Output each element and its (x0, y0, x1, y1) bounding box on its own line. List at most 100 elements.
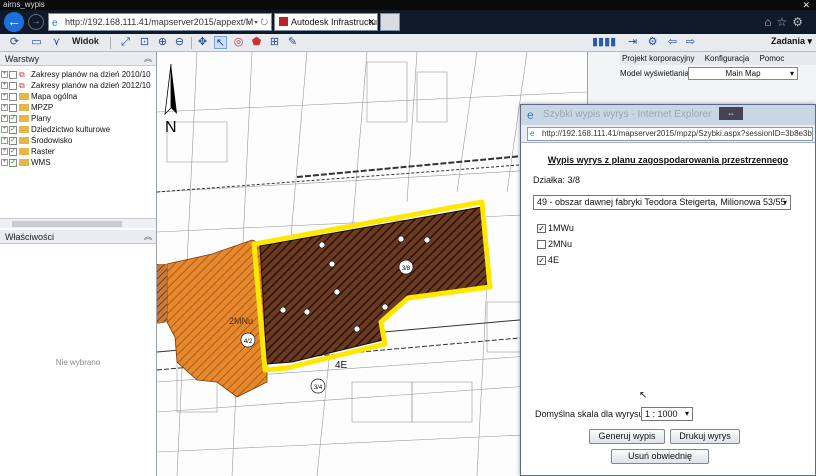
expand-icon[interactable]: + (1, 115, 8, 122)
layer-checkbox[interactable] (9, 103, 17, 112)
layer-label: Środowisko (31, 136, 73, 145)
measure-icon[interactable]: ✎ (286, 36, 299, 49)
address-bar[interactable]: e http://192.168.111.41/mapserver2015/ap… (48, 13, 272, 31)
refresh-map-icon[interactable]: ⟳ (8, 36, 21, 49)
task-forward-icon[interactable]: ⇨ (684, 36, 697, 49)
tab-close-icon[interactable]: ✕ (367, 14, 375, 30)
expand-icon[interactable]: + (1, 82, 8, 89)
option-2mnu[interactable]: 2MNu (537, 239, 572, 250)
model-select-value: Main Map (725, 69, 761, 78)
popup-window-control-icon[interactable]: ⇔ (719, 107, 743, 120)
layer-item[interactable]: + MPZP (0, 102, 156, 113)
select-radius-icon[interactable]: ◎ (232, 36, 245, 49)
pan-icon[interactable]: ✥ (196, 36, 209, 49)
option-4e[interactable]: ✓ 4E (537, 255, 559, 266)
task-home-icon[interactable]: ⚙ (646, 36, 659, 49)
layer-item[interactable]: + ✓ Dziedzictwo kulturowe (0, 124, 156, 135)
zoom-out-icon[interactable]: ⊖ (173, 36, 186, 49)
expand-icon[interactable]: + (1, 159, 8, 166)
layer-group-icon: ⧉ (19, 69, 25, 79)
option-label: 4E (548, 255, 560, 265)
task-pane-toggle-icon[interactable]: ▮▮▮▮ (592, 36, 616, 49)
layer-checkbox[interactable]: ✓ (9, 125, 17, 134)
collapse-icon[interactable]: ︽ (144, 230, 152, 244)
expand-icon[interactable]: + (1, 137, 8, 144)
popup-title-bar[interactable]: e Szybki wypis wyrys - Internet Explorer… (521, 105, 815, 125)
expand-icon[interactable]: + (1, 71, 8, 78)
generate-button[interactable]: Generuj wypis (589, 429, 665, 444)
zoom-in-icon[interactable]: ⊕ (156, 36, 169, 49)
forward-button[interactable]: → (28, 14, 44, 30)
pointer-select-icon[interactable]: ↖ (214, 36, 227, 49)
layer-group-icon: ⧉ (19, 80, 25, 90)
address-tools-icon[interactable]: ⌕ ▾ ↻ (247, 14, 268, 30)
window-close-icon[interactable]: ✕ (802, 0, 810, 10)
layer-item[interactable]: + ✓ Raster (0, 146, 156, 157)
layer-checkbox[interactable]: ✓ (9, 158, 17, 167)
layer-checkbox[interactable] (9, 92, 17, 101)
menu-projekt[interactable]: Projekt korporacyjny (622, 54, 694, 63)
scale-select[interactable]: 1 : 1000 ▾ (641, 407, 693, 421)
delete-outline-button[interactable]: Usuń obwiednię (611, 449, 709, 464)
autodesk-icon (279, 17, 288, 26)
layer-label: MPZP (31, 103, 54, 112)
tasks-menu[interactable]: Zadania ▾ (771, 36, 812, 47)
scrollbar-thumb[interactable] (12, 221, 122, 227)
zone-label-2mnu: 2MNu (229, 316, 253, 326)
dzialka-select[interactable]: 49 - obszar dawnej fabryki Teodora Steig… (533, 195, 791, 210)
layer-tree-scrollbar[interactable] (0, 218, 156, 228)
menu-konfiguracja[interactable]: Konfiguracja (705, 54, 749, 63)
task-back-icon[interactable]: ⇦ (666, 36, 679, 49)
menu-pomoc[interactable]: Pomoc (759, 54, 784, 63)
zoom-extent-icon[interactable]: ⤢ (119, 36, 132, 49)
back-button[interactable]: ← (4, 12, 24, 32)
view-menu[interactable]: Widok (72, 36, 99, 46)
popup-address-field[interactable]: e http://192.168.111.41/mapserver2015/mp… (527, 127, 813, 141)
filter-icon[interactable]: ⋎ (50, 36, 63, 49)
select-tool-icon[interactable]: ▭ (30, 36, 43, 49)
option-1mwu[interactable]: ✓ 1MWu (537, 223, 574, 234)
address-text: http://192.168.111.41/mapserver2015/appe… (65, 17, 254, 27)
layer-checkbox[interactable]: ✓ (9, 114, 17, 123)
parcel-label-3-8: 3/8 (402, 266, 411, 272)
expand-icon[interactable]: + (1, 93, 8, 100)
layer-item[interactable]: + ✓ Środowisko (0, 135, 156, 146)
model-label: Model wyświetlania: (620, 69, 692, 78)
clear-selection-icon[interactable]: ⊞ (268, 36, 281, 49)
checkbox-2mnu[interactable] (537, 240, 546, 250)
tasks-menu-label: Zadania (770, 36, 805, 46)
parcel-3-8[interactable] (259, 206, 490, 365)
parcel-label-3-4: 3/4 (314, 385, 323, 391)
expand-icon[interactable]: + (1, 148, 8, 155)
zoom-window-icon[interactable]: ⊡ (138, 36, 151, 49)
layer-checkbox[interactable] (9, 81, 17, 90)
expand-icon[interactable]: + (1, 104, 8, 111)
browser-home-star-gear-icons[interactable]: ⌂☆⚙ (764, 15, 808, 29)
popup-title: Szybki wypis wyrys - Internet Explorer (543, 109, 712, 120)
layer-item[interactable]: + ⧉ Zakresy planów na dzień 2010/10 (0, 69, 156, 80)
layer-checkbox[interactable]: ✓ (9, 136, 17, 145)
task-list-icon[interactable]: ⇥ (626, 36, 639, 49)
print-button[interactable]: Drukuj wyrys (670, 429, 740, 444)
select-polygon-icon[interactable]: ⬟ (250, 36, 263, 49)
browser-tab-active[interactable]: Autodesk Infrastructure Ap... ✕ (274, 13, 378, 31)
scale-label: Domyślna skala dla wyrysu: (535, 409, 647, 419)
layer-checkbox[interactable]: ✓ (9, 147, 17, 156)
layer-checkbox[interactable] (9, 70, 17, 79)
layer-item[interactable]: + Mapa ogólna (0, 91, 156, 102)
layer-label: Dziedzictwo kulturowe (31, 125, 111, 134)
popup-body: Wypis wyrys z planu zagospodarowania prz… (521, 143, 815, 475)
folder-icon (19, 104, 29, 112)
model-select[interactable]: Main Map ▾ (688, 67, 798, 80)
layer-item[interactable]: + ⧉ Zakresy planów na dzień 2012/10 (0, 80, 156, 91)
popup-heading: Wypis wyrys z planu zagospodarowania prz… (547, 155, 789, 165)
new-tab-button[interactable] (380, 13, 400, 31)
expand-icon[interactable]: + (1, 126, 8, 133)
collapse-icon[interactable]: ︽ (144, 52, 152, 66)
checkbox-1mwu[interactable]: ✓ (537, 224, 546, 234)
layer-item[interactable]: + ✓ WMS (0, 157, 156, 168)
window-title-text: airns_wypis (3, 0, 45, 9)
popup-address-text: http://192.168.111.41/mapserver2015/mpzp… (542, 129, 813, 138)
checkbox-4e[interactable]: ✓ (537, 256, 546, 266)
layer-item[interactable]: + ✓ Plany (0, 113, 156, 124)
